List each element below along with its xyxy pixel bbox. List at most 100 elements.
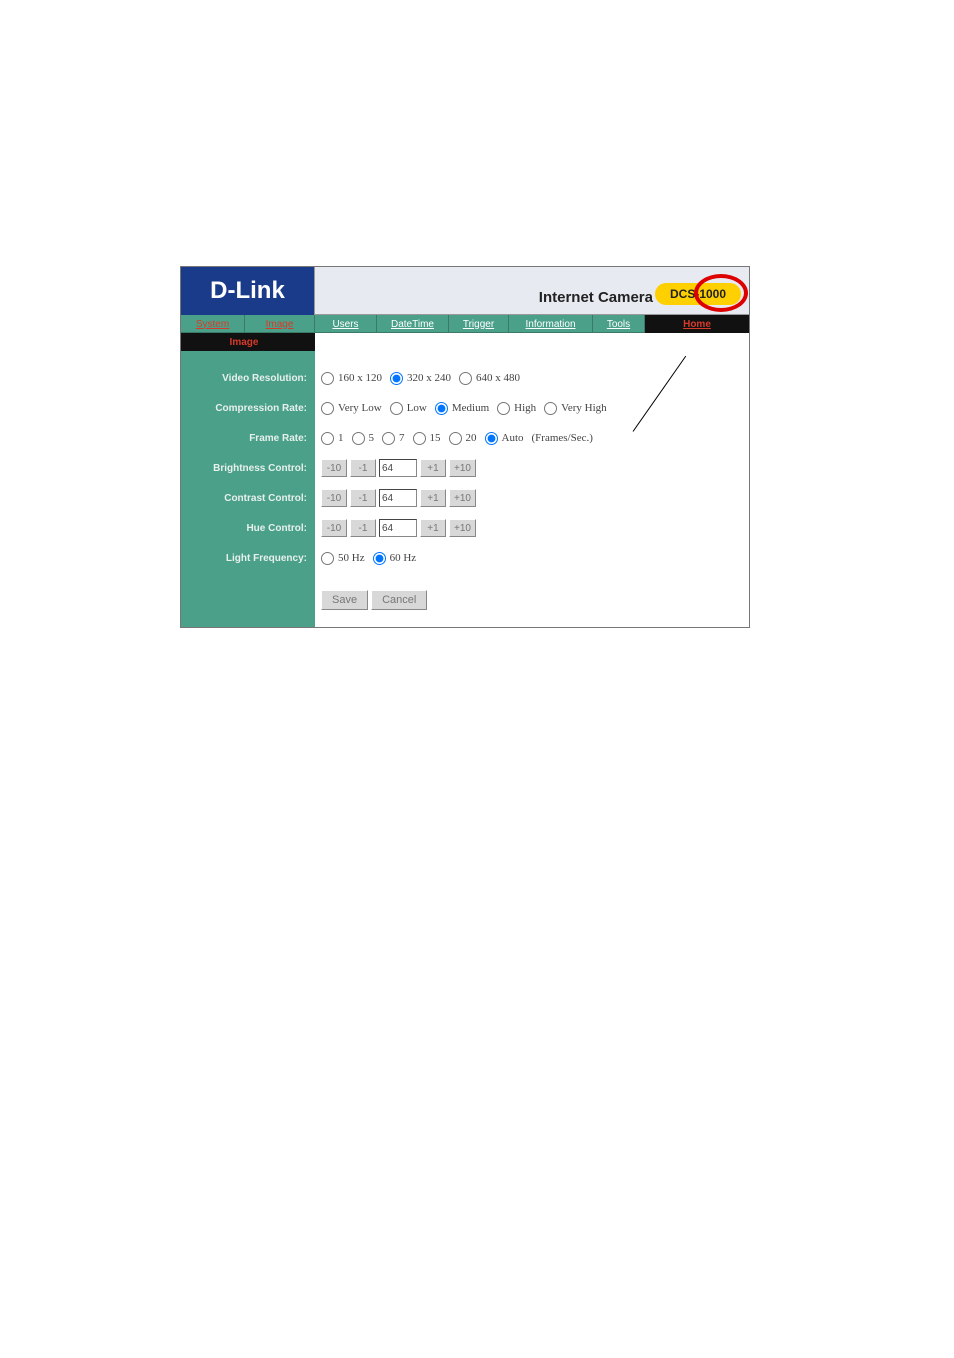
row-framerate: Frame Rate: 1 5 7 15 20 Auto (Frames/Sec…	[181, 423, 749, 453]
comp-radio-low[interactable]	[390, 402, 403, 415]
res-label-160: 160 x 120	[338, 372, 382, 384]
frame-header: D-Link Internet Camera DCS-1000	[181, 267, 749, 315]
brightness-input[interactable]	[379, 459, 417, 477]
content-spacer	[315, 333, 749, 351]
res-opt-640[interactable]: 640 x 480	[459, 372, 520, 385]
row-brightness: Brightness Control: -10 -1 +1 +10	[181, 453, 749, 483]
fr-radio-7[interactable]	[382, 432, 395, 445]
fr-label-7: 7	[399, 432, 405, 444]
save-button[interactable]: Save	[321, 590, 368, 610]
fr-radio-1[interactable]	[321, 432, 334, 445]
comp-opt-high[interactable]: High	[497, 402, 536, 415]
hue-input[interactable]	[379, 519, 417, 537]
main-nav: System Image Users DateTime Trigger Info…	[181, 315, 749, 333]
contrast-minus10-button[interactable]: -10	[321, 489, 347, 507]
fr-opt-5[interactable]: 5	[352, 432, 375, 445]
nav-system[interactable]: System	[181, 315, 245, 333]
field-framerate: 1 5 7 15 20 Auto (Frames/Sec.)	[315, 432, 749, 445]
comp-opt-med[interactable]: Medium	[435, 402, 489, 415]
fr-label-20: 20	[466, 432, 477, 444]
res-radio-640[interactable]	[459, 372, 472, 385]
fr-radio-auto[interactable]	[485, 432, 498, 445]
label-actions-spacer	[181, 585, 315, 615]
nav-information[interactable]: Information	[509, 315, 593, 333]
label-video-resolution: Video Resolution:	[181, 363, 315, 393]
config-frame: D-Link Internet Camera DCS-1000 System I…	[180, 266, 750, 628]
row-video-resolution: Video Resolution: 160 x 120 320 x 240 64…	[181, 363, 749, 393]
field-lightfreq: 50 Hz 60 Hz	[315, 552, 749, 565]
res-opt-320[interactable]: 320 x 240	[390, 372, 451, 385]
contrast-plus1-button[interactable]: +1	[420, 489, 446, 507]
field-contrast: -10 -1 +1 +10	[315, 489, 749, 507]
nav-tools[interactable]: Tools	[593, 315, 645, 333]
fr-opt-20[interactable]: 20	[449, 432, 477, 445]
cancel-button[interactable]: Cancel	[371, 590, 427, 610]
lf-label-50: 50 Hz	[338, 552, 365, 564]
nav-trigger[interactable]: Trigger	[449, 315, 509, 333]
label-hue: Hue Control:	[181, 513, 315, 543]
comp-opt-vhigh[interactable]: Very High	[544, 402, 607, 415]
fr-label-auto: Auto	[502, 432, 524, 444]
contrast-plus10-button[interactable]: +10	[449, 489, 476, 507]
res-opt-160[interactable]: 160 x 120	[321, 372, 382, 385]
nav-image[interactable]: Image	[245, 315, 315, 333]
contrast-input[interactable]	[379, 489, 417, 507]
field-actions: Save Cancel	[315, 590, 749, 610]
field-video-resolution: 160 x 120 320 x 240 640 x 480	[315, 372, 749, 385]
nav-users[interactable]: Users	[315, 315, 377, 333]
brightness-minus1-button[interactable]: -1	[350, 459, 376, 477]
fr-radio-5[interactable]	[352, 432, 365, 445]
sidebar-section-title: Image	[181, 333, 315, 351]
label-lightfreq: Light Frequency:	[181, 543, 315, 573]
comp-label-med: Medium	[452, 402, 489, 414]
hue-plus10-button[interactable]: +10	[449, 519, 476, 537]
comp-label-high: High	[514, 402, 536, 414]
lf-label-60: 60 Hz	[390, 552, 417, 564]
lf-opt-60[interactable]: 60 Hz	[373, 552, 417, 565]
brightness-minus10-button[interactable]: -10	[321, 459, 347, 477]
fr-opt-1[interactable]: 1	[321, 432, 344, 445]
fr-label-1: 1	[338, 432, 344, 444]
row-lightfreq: Light Frequency: 50 Hz 60 Hz	[181, 543, 749, 573]
label-framerate: Frame Rate:	[181, 423, 315, 453]
hue-plus1-button[interactable]: +1	[420, 519, 446, 537]
row-hue: Hue Control: -10 -1 +1 +10	[181, 513, 749, 543]
nav-datetime[interactable]: DateTime	[377, 315, 449, 333]
res-radio-160[interactable]	[321, 372, 334, 385]
row-compression: Compression Rate: Very Low Low Medium Hi…	[181, 393, 749, 423]
lf-opt-50[interactable]: 50 Hz	[321, 552, 365, 565]
contrast-minus1-button[interactable]: -1	[350, 489, 376, 507]
fr-radio-15[interactable]	[413, 432, 426, 445]
res-radio-320[interactable]	[390, 372, 403, 385]
lf-radio-60[interactable]	[373, 552, 386, 565]
fr-opt-auto[interactable]: Auto	[485, 432, 524, 445]
lf-radio-50[interactable]	[321, 552, 334, 565]
hue-minus1-button[interactable]: -1	[350, 519, 376, 537]
comp-label-vlow: Very Low	[338, 402, 382, 414]
brand-logo: D-Link	[181, 267, 315, 315]
fr-opt-7[interactable]: 7	[382, 432, 405, 445]
brand-text: D-Link	[210, 277, 285, 305]
comp-radio-vlow[interactable]	[321, 402, 334, 415]
comp-radio-vhigh[interactable]	[544, 402, 557, 415]
comp-radio-med[interactable]	[435, 402, 448, 415]
fr-opt-15[interactable]: 15	[413, 432, 441, 445]
main-area: Image Video Resolution: 160 x 120 320 x …	[181, 333, 749, 627]
comp-opt-vlow[interactable]: Very Low	[321, 402, 382, 415]
brightness-plus10-button[interactable]: +10	[449, 459, 476, 477]
field-hue: -10 -1 +1 +10	[315, 519, 749, 537]
product-title: Internet Camera	[539, 289, 653, 306]
model-badge: DCS-1000	[655, 283, 741, 305]
row-contrast: Contrast Control: -10 -1 +1 +10	[181, 483, 749, 513]
hue-minus10-button[interactable]: -10	[321, 519, 347, 537]
nav-home[interactable]: Home	[645, 315, 749, 333]
fr-unit: (Frames/Sec.)	[532, 432, 593, 444]
field-brightness: -10 -1 +1 +10	[315, 459, 749, 477]
comp-label-low: Low	[407, 402, 427, 414]
comp-radio-high[interactable]	[497, 402, 510, 415]
fr-radio-20[interactable]	[449, 432, 462, 445]
res-label-640: 640 x 480	[476, 372, 520, 384]
comp-opt-low[interactable]: Low	[390, 402, 427, 415]
brightness-plus1-button[interactable]: +1	[420, 459, 446, 477]
field-compression: Very Low Low Medium High Very High	[315, 402, 749, 415]
